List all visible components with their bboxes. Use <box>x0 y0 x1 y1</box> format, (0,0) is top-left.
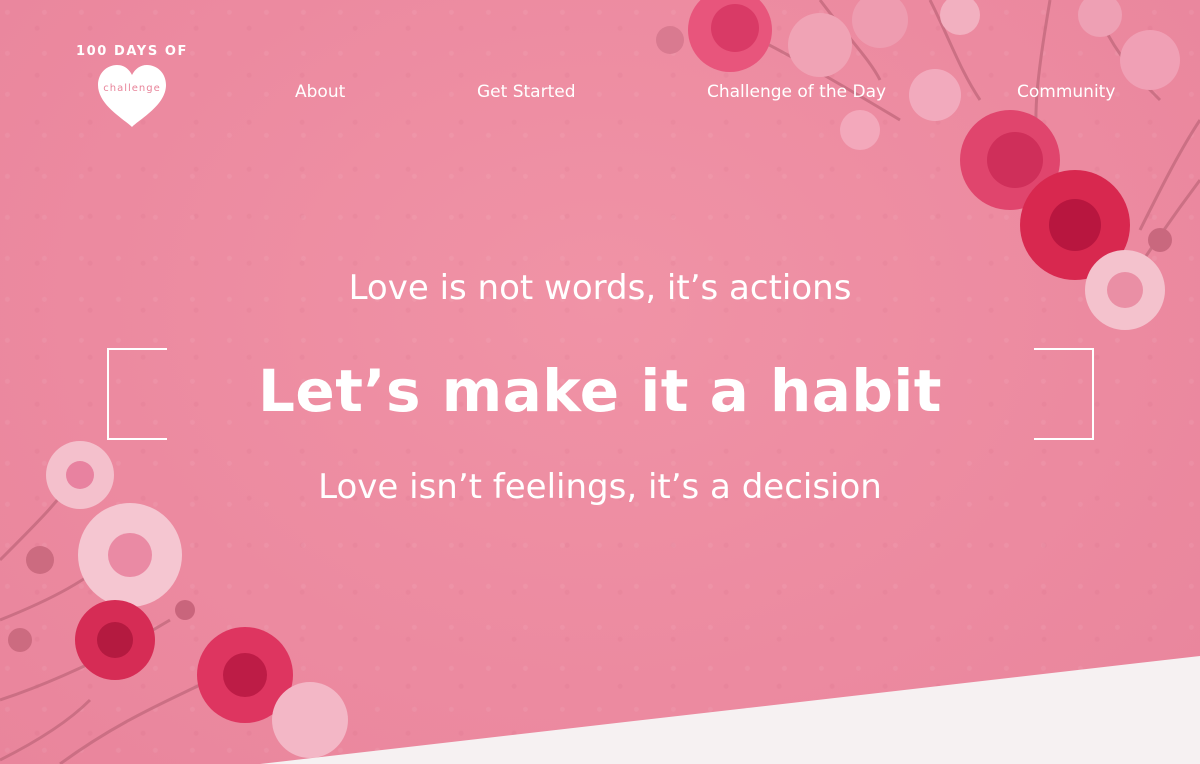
hero-headline: Let’s make it a habit <box>257 357 943 425</box>
nav-get-started-link[interactable]: Get Started <box>477 82 575 102</box>
site-logo[interactable]: 100 DAYS OF challenge <box>70 44 194 131</box>
logo-heart-text: challenge <box>103 83 161 94</box>
right-bracket-decoration <box>1034 348 1094 440</box>
hero-line-top: Love is not words, it’s actions <box>348 268 852 308</box>
hero-line-bottom: Love isn’t feelings, it’s a decision <box>318 467 882 507</box>
nav-community-link[interactable]: Community <box>1017 82 1115 102</box>
nav-about-link[interactable]: About <box>295 82 345 102</box>
nav-challenge-of-the-day-link[interactable]: Challenge of the Day <box>707 82 886 102</box>
heart-icon: challenge <box>94 61 170 131</box>
logo-title: 100 DAYS OF <box>75 44 189 59</box>
